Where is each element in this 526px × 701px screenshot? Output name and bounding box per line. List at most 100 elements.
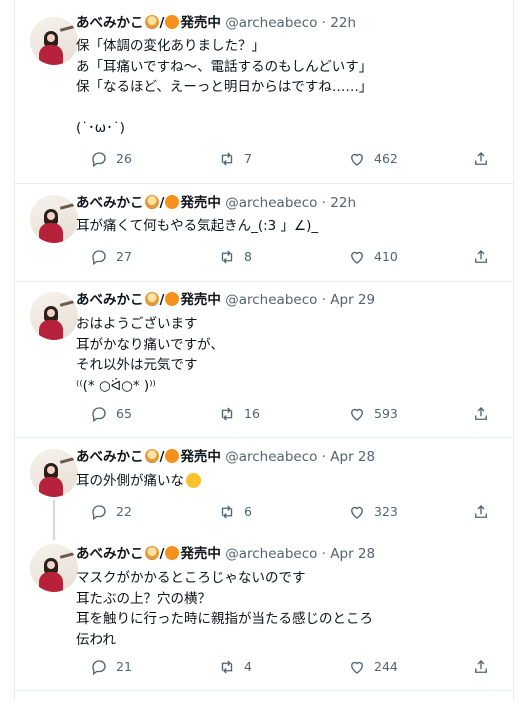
retweet-button[interactable]: 6 <box>218 502 252 522</box>
display-name[interactable]: あべみかこ <box>76 546 144 562</box>
separator-dot: · <box>321 449 326 465</box>
divider <box>14 281 514 282</box>
share-button[interactable] <box>472 404 490 424</box>
tweet-header: あべみかこ / 発売中 @archeabeco · Apr 28 <box>76 545 375 563</box>
reply-count: 21 <box>116 659 132 674</box>
avatar[interactable] <box>30 17 78 65</box>
timestamp[interactable]: Apr 28 <box>330 449 375 465</box>
like-button[interactable]: 593 <box>348 404 398 424</box>
retweet-icon <box>221 660 233 674</box>
reply-button[interactable]: 22 <box>90 502 132 522</box>
orange-emoji-icon <box>165 15 180 29</box>
share-button[interactable] <box>472 657 490 677</box>
like-button[interactable]: 244 <box>348 657 398 677</box>
retweet-count: 4 <box>244 659 252 674</box>
heart-icon <box>351 153 363 166</box>
reply-button[interactable]: 26 <box>90 149 132 169</box>
tweet-header: あべみかこ / 発売中 @archeabeco · 22h <box>76 14 356 32</box>
like-count: 410 <box>374 249 398 264</box>
retweet-icon <box>221 505 233 519</box>
tweet-actions: 26 7 462 <box>76 149 496 169</box>
noodle-emoji-icon <box>144 15 159 29</box>
like-count: 323 <box>374 504 398 519</box>
like-button[interactable]: 323 <box>348 502 398 522</box>
display-name[interactable]: あべみかこ <box>76 449 144 465</box>
retweet-icon <box>221 152 233 166</box>
handle[interactable]: @archeabeco <box>225 449 317 465</box>
orange-emoji-icon <box>165 292 180 306</box>
tweet-actions: 27 8 410 <box>76 247 496 267</box>
timestamp[interactable]: Apr 29 <box>330 292 375 308</box>
timestamp[interactable]: 22h <box>330 195 356 211</box>
tweet-text-content: 耳の外側が痛いな <box>76 473 184 489</box>
retweet-count: 16 <box>244 406 260 421</box>
share-icon <box>475 505 487 518</box>
display-name[interactable]: あべみかこ <box>76 195 144 211</box>
reply-count: 27 <box>116 249 132 264</box>
reply-button[interactable]: 21 <box>90 657 132 677</box>
handle[interactable]: @archeabeco <box>225 546 317 562</box>
tweet-header: あべみかこ / 発売中 @archeabeco · 22h <box>76 194 356 212</box>
tweet-text: おはようございます 耳がかなり痛いですが、 それ以外は元気です ⁽⁽(* ○ᐛ○… <box>76 316 224 394</box>
reply-icon <box>92 660 106 676</box>
slash-glyph: / <box>159 195 165 211</box>
name-suffix: 発売中 <box>180 195 221 211</box>
tweet-header: あべみかこ / 発売中 @archeabeco · Apr 29 <box>76 291 375 309</box>
reply-icon <box>92 407 106 423</box>
heart-icon <box>351 408 363 421</box>
divider <box>14 690 514 691</box>
reply-button[interactable]: 65 <box>90 404 132 424</box>
display-name[interactable]: あべみかこ <box>76 292 144 308</box>
slash-glyph: / <box>159 15 165 31</box>
avatar[interactable] <box>30 449 78 497</box>
handle[interactable]: @archeabeco <box>225 292 317 308</box>
retweet-icon <box>221 407 233 421</box>
separator-dot: · <box>321 15 326 31</box>
share-button[interactable] <box>472 247 490 267</box>
thread-connector <box>53 500 55 540</box>
share-icon <box>475 250 487 263</box>
slash-glyph: / <box>159 546 165 562</box>
like-button[interactable]: 410 <box>348 247 398 267</box>
avatar[interactable] <box>30 195 78 243</box>
timestamp[interactable]: 22h <box>330 15 356 31</box>
avatar[interactable] <box>30 544 78 592</box>
share-button[interactable] <box>472 149 490 169</box>
tweet-text: 保「体調の変化ありました？」 あ「耳痛いですね～、電話するのもしんどいす」 保「… <box>76 38 373 136</box>
share-icon <box>475 152 487 165</box>
reply-count: 65 <box>116 406 132 421</box>
share-button[interactable] <box>472 502 490 522</box>
heart-icon <box>351 661 363 674</box>
retweet-button[interactable]: 4 <box>218 657 252 677</box>
name-suffix: 発売中 <box>180 15 221 31</box>
retweet-icon <box>221 250 233 264</box>
separator-dot: · <box>321 292 326 308</box>
reply-button[interactable]: 27 <box>90 247 132 267</box>
avatar[interactable] <box>30 292 78 340</box>
heart-icon <box>351 251 363 264</box>
name-suffix: 発売中 <box>180 546 221 562</box>
orange-emoji-icon <box>165 449 180 463</box>
divider <box>14 183 514 184</box>
reply-icon <box>92 152 106 168</box>
like-count: 244 <box>374 659 398 674</box>
orange-emoji-icon <box>165 195 180 209</box>
handle[interactable]: @archeabeco <box>225 195 317 211</box>
retweet-button[interactable]: 8 <box>218 247 252 267</box>
reply-icon <box>92 505 106 521</box>
share-icon <box>475 660 487 673</box>
like-count: 593 <box>374 406 398 421</box>
reply-icon <box>92 250 106 266</box>
like-button[interactable]: 462 <box>348 149 398 169</box>
retweet-button[interactable]: 16 <box>218 404 260 424</box>
handle[interactable]: @archeabeco <box>225 15 317 31</box>
slash-glyph: / <box>159 449 165 465</box>
tweet-actions: 65 16 593 <box>76 404 496 424</box>
noodle-emoji-icon <box>144 546 159 560</box>
timestamp[interactable]: Apr 28 <box>330 546 375 562</box>
reply-count: 26 <box>116 151 132 166</box>
retweet-button[interactable]: 7 <box>218 149 252 169</box>
display-name[interactable]: あべみかこ <box>76 15 144 31</box>
tweet-text: 耳の外側が痛いな <box>76 471 201 492</box>
tweet-text: マスクがかかるところじゃないのです 耳たぶの上？穴の横？ 耳を触りに行った時に親… <box>76 570 373 648</box>
